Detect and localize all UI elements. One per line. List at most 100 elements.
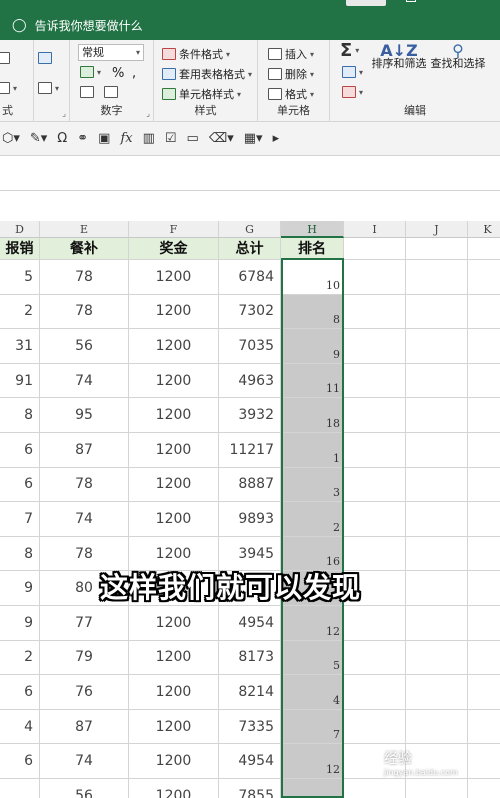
currency-button[interactable]: ▾	[80, 66, 101, 78]
merge-button[interactable]: ▾	[38, 82, 59, 94]
cell-f[interactable]: 1200	[129, 744, 219, 779]
cell-e[interactable]: 74	[40, 502, 129, 537]
cell-d[interactable]: 4	[0, 709, 40, 745]
empty-cell[interactable]	[468, 329, 500, 364]
cell-d[interactable]: 31	[0, 329, 40, 364]
sort-filter-button[interactable]: A↓Z 排序和筛选	[370, 43, 428, 71]
empty-cell[interactable]	[344, 502, 406, 537]
empty-cell[interactable]	[344, 238, 406, 260]
empty-cell[interactable]	[468, 468, 500, 503]
cell-e[interactable]: 78	[40, 260, 129, 295]
cell-d[interactable]: 7	[0, 502, 40, 537]
header-cell-rank[interactable]: 排名	[281, 238, 344, 260]
column-header-d[interactable]: D	[0, 221, 40, 238]
columns-icon[interactable]: ▥	[143, 131, 155, 146]
cell-h[interactable]: 5	[281, 640, 344, 676]
clear-button[interactable]: ▾	[342, 86, 363, 98]
empty-cell[interactable]	[344, 363, 406, 399]
cell-h[interactable]: 6	[281, 779, 344, 798]
eraser-icon[interactable]: ⌫▾	[209, 131, 234, 146]
spreadsheet-grid[interactable]: 报销 餐补 奖金 总计 排名 5 78 1200 6784 10 2 78 1200 7302 8…	[0, 238, 500, 798]
cell-f[interactable]: 1200	[129, 675, 219, 710]
empty-cell[interactable]	[468, 260, 500, 295]
empty-cell[interactable]	[344, 329, 406, 364]
cell-e[interactable]: 87	[40, 433, 129, 468]
cell-g[interactable]: 4963	[219, 363, 281, 399]
function-icon[interactable]: fx	[120, 131, 132, 146]
decrease-decimal-button[interactable]	[104, 86, 118, 98]
cell-d[interactable]: 91	[0, 363, 40, 399]
object-icon[interactable]: ▣	[98, 131, 110, 146]
delete-button[interactable]: 删除 ▾	[268, 66, 314, 82]
symbol-icon[interactable]: Ω	[57, 131, 67, 146]
empty-cell[interactable]	[344, 433, 406, 468]
cell-e[interactable]: 74	[40, 363, 129, 399]
empty-cell[interactable]	[468, 398, 500, 433]
empty-cell[interactable]	[406, 571, 468, 606]
empty-cell[interactable]	[344, 260, 406, 295]
cell-g[interactable]: 7302	[219, 294, 281, 330]
cell-g[interactable]: 11217	[219, 433, 281, 468]
cell-d[interactable]: 5	[0, 260, 40, 295]
cell-h[interactable]: 9	[281, 329, 344, 364]
cell-h[interactable]: 1	[281, 433, 344, 468]
empty-cell[interactable]	[344, 675, 406, 710]
cell-f[interactable]: 1200	[129, 640, 219, 676]
dialog-launcher-icon[interactable]: ⌟	[62, 109, 66, 118]
empty-cell[interactable]	[406, 294, 468, 330]
empty-cell[interactable]	[468, 606, 500, 641]
cell-f[interactable]: 1200	[129, 502, 219, 537]
cell-styles-button[interactable]: 单元格样式 ▾	[162, 86, 241, 102]
border-icon[interactable]: ▦▾	[244, 131, 263, 146]
empty-cell[interactable]	[406, 398, 468, 433]
formula-bar[interactable]	[0, 157, 500, 191]
cell-d[interactable]: 2	[0, 640, 40, 676]
find-select-button[interactable]: ⚲ 查找和选择	[428, 43, 488, 71]
cell-e[interactable]: 56	[40, 329, 129, 364]
cell-g[interactable]: 6784	[219, 260, 281, 295]
cell-h[interactable]: 3	[281, 467, 344, 503]
cell-h[interactable]: 2	[281, 502, 344, 537]
column-header-j[interactable]: J	[406, 221, 468, 238]
empty-cell[interactable]	[406, 260, 468, 295]
cell-g[interactable]: 8887	[219, 467, 281, 503]
wrap-text-button[interactable]	[38, 52, 52, 64]
cell-d[interactable]: 6	[0, 433, 40, 468]
comment-icon[interactable]: ▭	[187, 131, 199, 146]
paint-icon[interactable]: ✎▾	[30, 131, 47, 146]
cell-d[interactable]: 9	[0, 606, 40, 641]
empty-cell[interactable]	[406, 363, 468, 399]
cell-e[interactable]: 76	[40, 675, 129, 710]
cell-h[interactable]: 10	[281, 260, 344, 295]
more-icon[interactable]: ▸	[273, 131, 280, 146]
cell-d[interactable]	[0, 779, 40, 798]
cell-g[interactable]: 3932	[219, 398, 281, 433]
cell-e[interactable]: 78	[40, 467, 129, 503]
outdent-button[interactable]: ▾	[0, 82, 17, 94]
empty-cell[interactable]	[406, 238, 468, 260]
format-button[interactable]: 格式 ▾	[268, 86, 314, 102]
empty-cell[interactable]	[468, 744, 500, 779]
empty-cell[interactable]	[344, 294, 406, 330]
cell-g[interactable]: 7855	[219, 779, 281, 798]
number-format-select[interactable]: 常规 ▾	[78, 44, 144, 61]
empty-cell[interactable]	[468, 364, 500, 399]
empty-cell[interactable]	[468, 537, 500, 572]
indent-button[interactable]	[0, 52, 10, 64]
column-header-g[interactable]: G	[219, 221, 281, 238]
cell-g[interactable]: 4954	[219, 744, 281, 779]
fill-button[interactable]: ▾	[342, 66, 363, 78]
empty-cell[interactable]	[344, 709, 406, 745]
format-as-table-button[interactable]: 套用表格格式 ▾	[162, 66, 252, 82]
cell-f[interactable]: 1200	[129, 606, 219, 641]
empty-cell[interactable]	[406, 329, 468, 364]
cell-g[interactable]: 8173	[219, 640, 281, 676]
cell-d[interactable]: 8	[0, 536, 40, 572]
empty-cell[interactable]	[406, 779, 468, 798]
cell-h[interactable]: 12	[281, 744, 344, 779]
column-header-i[interactable]: I	[344, 221, 406, 238]
header-cell-reimburse[interactable]: 报销	[0, 238, 40, 260]
empty-cell[interactable]	[344, 779, 406, 798]
cell-h[interactable]: 12	[281, 606, 344, 641]
empty-cell[interactable]	[468, 779, 500, 798]
